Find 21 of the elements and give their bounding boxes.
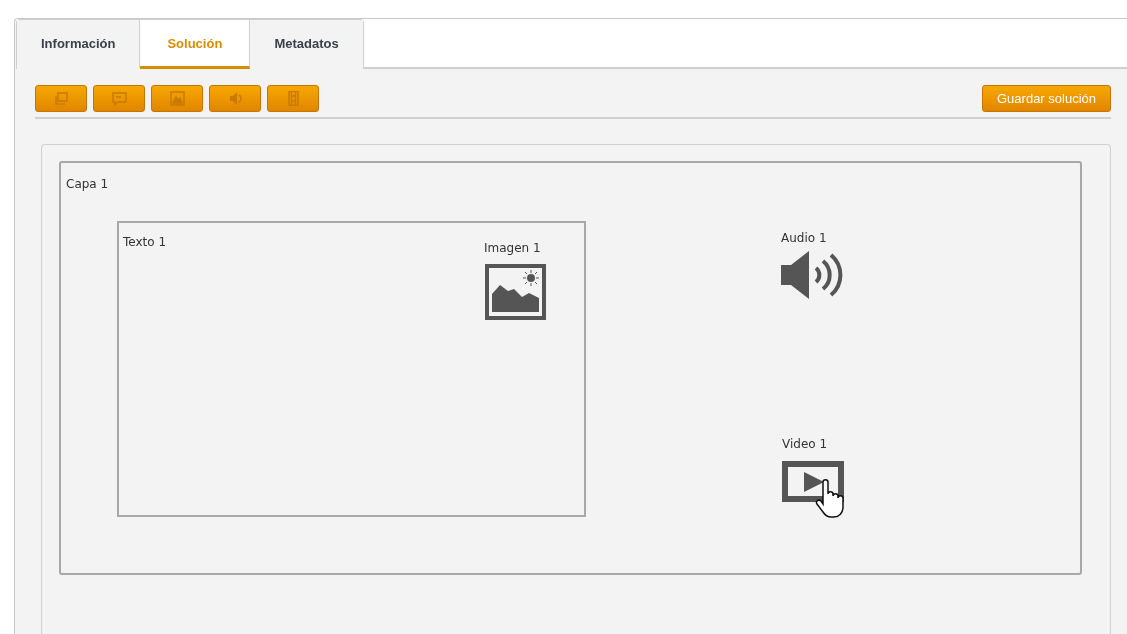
tab[interactable]: Información xyxy=(17,20,141,69)
add-element-button[interactable] xyxy=(209,85,261,112)
layer-icon xyxy=(53,91,69,106)
add-element-button[interactable] xyxy=(35,85,87,112)
tab[interactable]: Metadatos xyxy=(250,20,363,69)
video-icon xyxy=(285,91,301,106)
image-icon xyxy=(169,91,185,106)
hand-cursor-icon xyxy=(815,479,845,519)
add-element-button[interactable] xyxy=(151,85,203,112)
text-icon xyxy=(111,91,127,106)
element-label: Video 1 xyxy=(782,437,828,451)
element-label: Imagen 1 xyxy=(484,241,541,255)
element-label: Audio 1 xyxy=(781,231,827,245)
add-element-button[interactable] xyxy=(267,85,319,112)
layer-title: Capa 1 xyxy=(66,177,109,191)
speaker-icon[interactable] xyxy=(781,251,843,299)
video-icon[interactable] xyxy=(782,461,844,502)
image-icon[interactable] xyxy=(485,264,546,320)
element-label: Texto 1 xyxy=(123,235,167,249)
audio-icon xyxy=(227,91,243,106)
add-element-button[interactable] xyxy=(93,85,145,112)
